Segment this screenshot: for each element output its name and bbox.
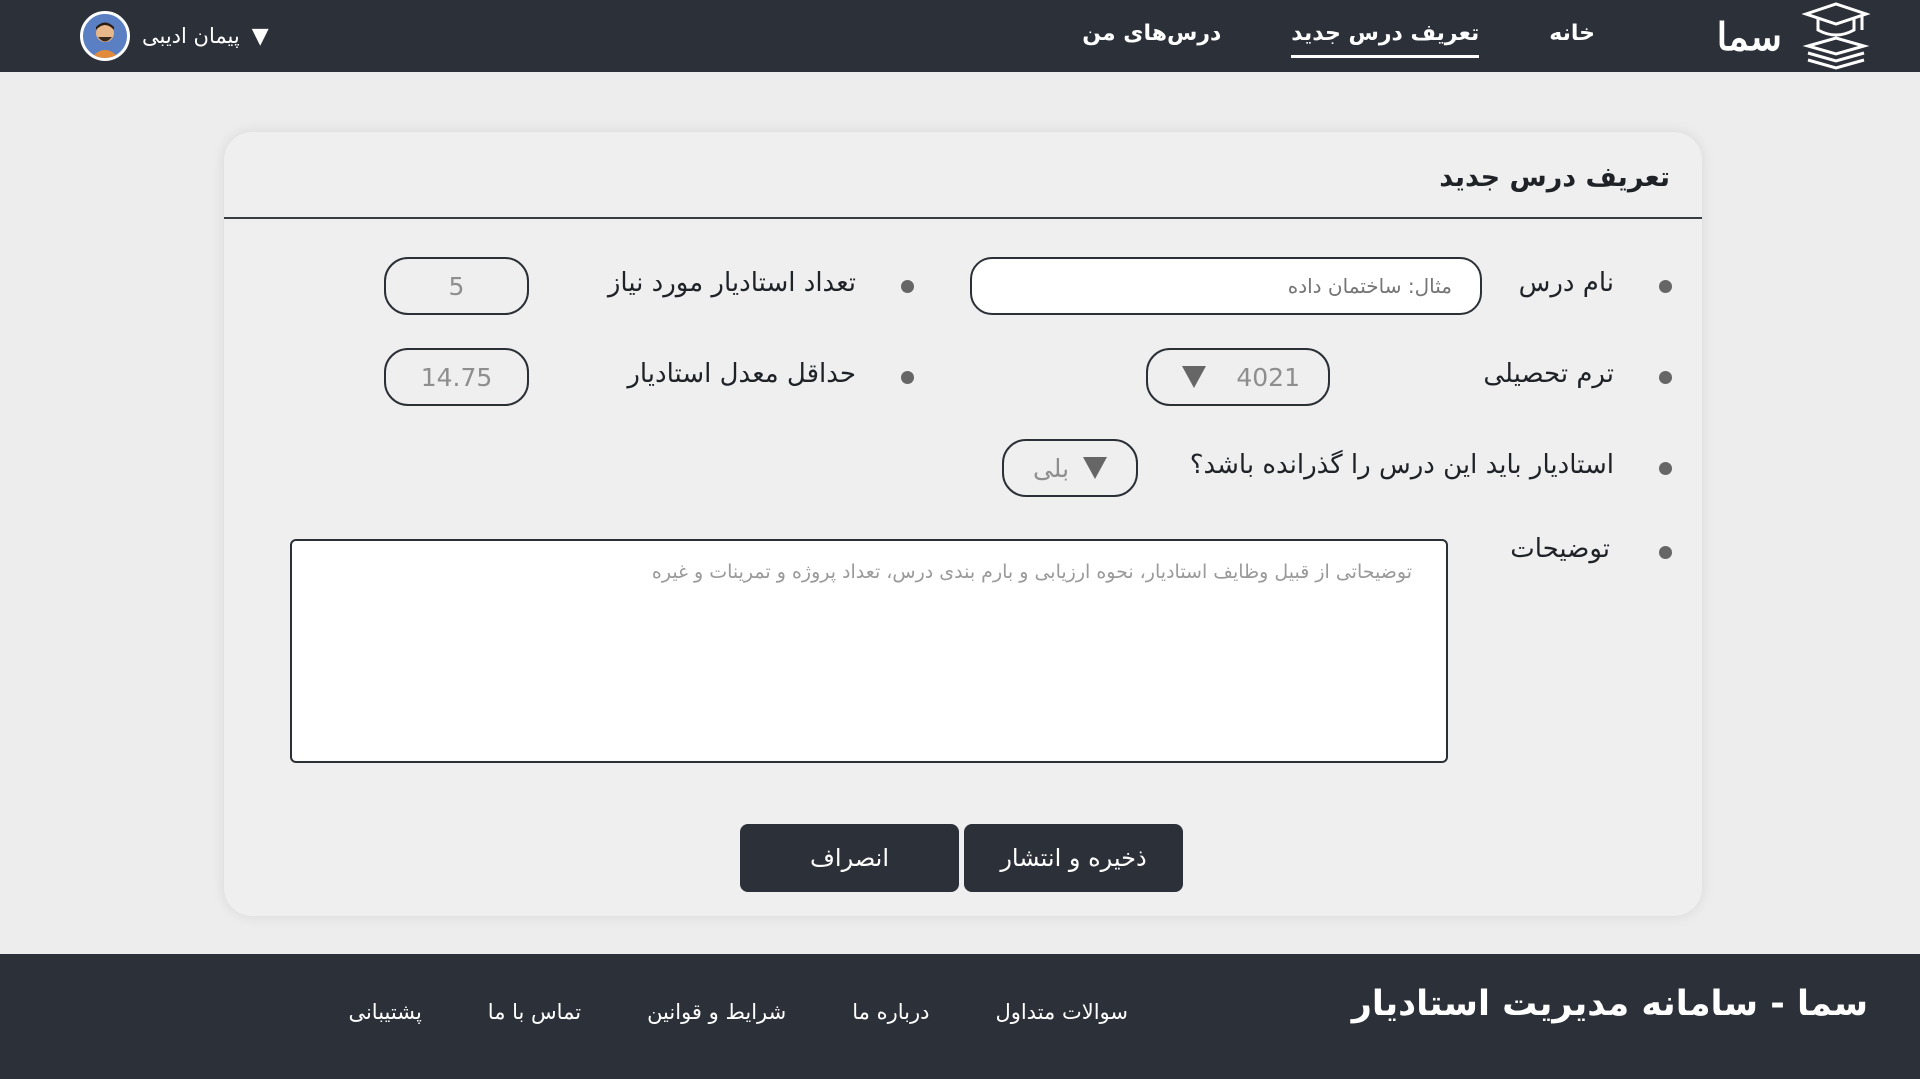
passed-course-value: بلی [1032, 453, 1070, 483]
triangle-down-icon [1083, 457, 1108, 479]
description-label: توضیحات [1510, 534, 1610, 564]
footer-link-faq[interactable]: سوالات متداول [995, 1000, 1128, 1024]
footer: سما - سامانه مدیریت استادیار سوالات متدا… [0, 954, 1920, 1079]
bullet-icon [1659, 371, 1672, 384]
min-gpa-input[interactable]: 14.75 [384, 348, 529, 406]
bullet-icon [901, 280, 914, 293]
chevron-down-icon: ▼ [251, 23, 269, 49]
divider [224, 217, 1702, 219]
term-value: 4021 [1236, 362, 1300, 392]
bullet-icon [901, 371, 914, 384]
course-name-label: نام درس [1518, 268, 1614, 298]
top-navbar: سما خانه تعریف درس جدید درس‌های من ▼ پیم… [0, 0, 1920, 72]
main-nav: خانه تعریف درس جدید درس‌های من [1082, 0, 1595, 72]
min-gpa-label: حداقل معدل استادیار [627, 359, 856, 389]
nav-new-course[interactable]: تعریف درس جدید [1291, 21, 1480, 58]
footer-link-contact[interactable]: تماس با ما [488, 1000, 581, 1024]
footer-link-about[interactable]: درباره ما [852, 1000, 929, 1024]
footer-links: سوالات متداول درباره ما شرایط و قوانین ت… [348, 1000, 1128, 1024]
footer-link-support[interactable]: پشتیبانی [348, 1000, 421, 1024]
user-menu[interactable]: ▼ پیمان ادیبی [80, 0, 269, 72]
term-label: ترم تحصیلی [1483, 359, 1614, 389]
bullet-icon [1659, 546, 1672, 559]
bullet-icon [1659, 280, 1672, 293]
nav-home[interactable]: خانه [1549, 21, 1595, 52]
user-name: پیمان ادیبی [142, 24, 240, 48]
logo-text: سما [1716, 13, 1782, 59]
save-button[interactable]: ذخیره و انتشار [964, 824, 1183, 892]
term-select[interactable]: 4021 [1146, 348, 1330, 406]
passed-course-label: استادیار باید این درس را گذرانده باشد؟ [1189, 450, 1614, 480]
graduation-cap-icon [1801, 0, 1871, 74]
nav-my-courses[interactable]: درس‌های من [1082, 21, 1221, 52]
avatar[interactable] [80, 11, 130, 61]
passed-course-select[interactable]: بلی [1002, 439, 1138, 497]
course-name-input[interactable] [970, 257, 1482, 315]
bullet-icon [1659, 462, 1672, 475]
brand[interactable]: سما [1716, 0, 1871, 74]
description-textarea[interactable]: توضیحاتی از قبیل وظایف استادیار، نحوه ار… [290, 539, 1448, 763]
new-course-card: تعریف درس جدید نام درس تعداد استادیار مو… [224, 132, 1702, 916]
triangle-down-icon [1182, 366, 1207, 388]
cancel-button[interactable]: انصراف [740, 824, 959, 892]
footer-link-terms[interactable]: شرایط و قوانین [647, 1000, 786, 1024]
ta-count-input[interactable]: 5 [384, 257, 529, 315]
card-title: تعریف درس جدید [1439, 162, 1670, 193]
footer-title: سما - سامانه مدیریت استادیار [1351, 984, 1868, 1024]
ta-count-label: تعداد استادیار مورد نیاز [607, 268, 856, 298]
